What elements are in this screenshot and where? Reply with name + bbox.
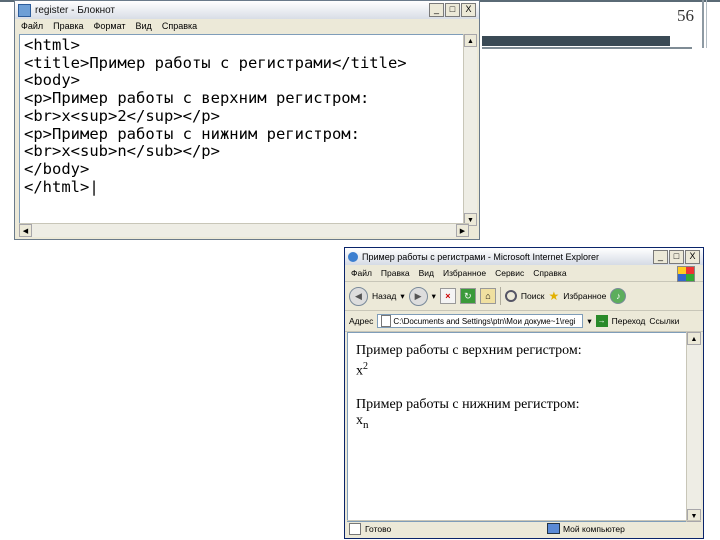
code-line: <html> xyxy=(24,36,80,54)
paragraph-subscript: Пример работы с нижним регистром: xyxy=(356,397,580,412)
menu-tools[interactable]: Сервис xyxy=(495,268,524,278)
security-zone: Мой компьютер xyxy=(547,523,625,534)
base-letter: x xyxy=(356,363,363,379)
subscript-example: xn xyxy=(356,413,369,431)
page-done-icon xyxy=(349,522,361,535)
scroll-up-icon[interactable]: ▲ xyxy=(687,332,701,345)
links-button[interactable]: Ссылки xyxy=(649,316,679,326)
browser-vertical-scrollbar[interactable]: ▲ ▼ xyxy=(686,332,701,522)
address-bar: Адрес C:\Documents and Settings\ptn\Мои … xyxy=(345,311,703,332)
code-line: <p>Пример работы с нижним регистром: xyxy=(24,124,360,143)
code-line: <br>x<sub>n</sub></p> xyxy=(24,142,220,161)
address-label: Адрес xyxy=(349,316,374,326)
search-button-label[interactable]: Поиск xyxy=(521,291,545,301)
code-line: <body> xyxy=(24,71,80,90)
ie-app-icon xyxy=(348,251,358,262)
browser-title: Пример работы с регистрами - Microsoft I… xyxy=(362,251,599,262)
status-bar: Готово Мой компьютер xyxy=(347,520,701,536)
favorites-star-icon[interactable]: ★ xyxy=(548,289,559,303)
slide-number: 56 xyxy=(677,6,694,25)
address-input[interactable]: C:\Documents and Settings\ptn\Мои докуме… xyxy=(377,314,584,328)
go-arrow-icon[interactable]: → xyxy=(595,315,608,327)
notepad-text-area[interactable]: <html> <title>Пример работы с регистрами… xyxy=(19,34,469,226)
forward-arrow-icon[interactable]: ▶ xyxy=(408,286,428,306)
back-dropdown-icon[interactable]: ▾ xyxy=(400,291,404,302)
code-line: <p>Пример работы с верхним регистром: xyxy=(24,89,370,108)
computer-icon xyxy=(547,523,560,534)
toolbar-separator xyxy=(499,287,501,305)
maximize-button[interactable]: □ xyxy=(669,249,684,264)
notepad-app-icon xyxy=(18,3,31,17)
refresh-icon[interactable]: ↻ xyxy=(459,288,476,304)
address-value: C:\Documents and Settings\ptn\Мои докуме… xyxy=(393,316,576,326)
superscript-example: x2 xyxy=(356,361,368,380)
base-letter: x xyxy=(356,413,363,428)
notepad-window: register - Блокнот _ □ X Файл Правка Фор… xyxy=(14,0,480,240)
slide-vertical-rule-thin xyxy=(706,0,707,48)
menu-view[interactable]: Вид xyxy=(419,268,434,278)
menu-help[interactable]: Справка xyxy=(533,268,566,278)
menu-edit[interactable]: Правка xyxy=(53,21,83,31)
code-line: </html>| xyxy=(24,177,99,196)
back-button-label[interactable]: Назад xyxy=(372,291,396,301)
forward-dropdown-icon[interactable]: ▾ xyxy=(432,291,436,302)
code-line: <title>Пример работы с регистрами</title… xyxy=(24,53,407,72)
page-icon xyxy=(381,315,392,327)
go-button[interactable]: Переход xyxy=(612,316,646,326)
notepad-vertical-scrollbar[interactable]: ▲ ▼ xyxy=(463,34,477,226)
menu-edit[interactable]: Правка xyxy=(381,268,410,278)
back-arrow-icon[interactable]: ◀ xyxy=(349,286,368,306)
address-dropdown-icon[interactable]: ▾ xyxy=(587,316,591,327)
notepad-menu-bar: Файл Правка Формат Вид Справка xyxy=(15,19,479,33)
code-line: </body> xyxy=(24,159,90,178)
scroll-up-icon[interactable]: ▲ xyxy=(464,34,477,47)
close-button[interactable]: X xyxy=(685,249,700,264)
paragraph-superscript: Пример работы с верхним регистром: xyxy=(356,343,582,358)
minimize-button[interactable]: _ xyxy=(653,249,668,264)
menu-file[interactable]: Файл xyxy=(21,21,43,31)
subscript-text: n xyxy=(363,418,369,431)
browser-menu-bar: Файл Правка Вид Избранное Сервис Справка xyxy=(345,265,703,282)
windows-logo-icon xyxy=(677,266,695,282)
close-button[interactable]: X xyxy=(461,3,476,17)
menu-favorites[interactable]: Избранное xyxy=(443,268,486,278)
home-icon[interactable]: ⌂ xyxy=(479,288,496,304)
scroll-left-icon[interactable]: ◀ xyxy=(19,224,32,237)
browser-window: Пример работы с регистрами - Microsoft I… xyxy=(344,247,704,539)
slide-vertical-rule xyxy=(702,0,704,48)
browser-toolbar: ◀ Назад ▾ ▶ ▾ × ↻ ⌂ Поиск ★ Избранное ♪ xyxy=(345,282,703,311)
scroll-right-icon[interactable]: ▶ xyxy=(456,224,469,237)
favorites-button-label[interactable]: Избранное xyxy=(563,291,606,301)
search-icon[interactable] xyxy=(504,290,517,302)
stop-icon[interactable]: × xyxy=(439,288,456,304)
maximize-button[interactable]: □ xyxy=(445,3,460,17)
notepad-title: register - Блокнот xyxy=(35,4,116,16)
menu-view[interactable]: Вид xyxy=(136,21,152,31)
status-text: Готово xyxy=(365,523,392,534)
code-line: <br>x<sup>2</sup></p> xyxy=(24,106,220,125)
notepad-title-bar[interactable]: register - Блокнот _ □ X xyxy=(15,1,479,19)
menu-format[interactable]: Формат xyxy=(94,21,126,31)
menu-file[interactable]: Файл xyxy=(351,268,372,278)
slide-header-line xyxy=(482,47,692,49)
media-icon[interactable]: ♪ xyxy=(610,288,627,304)
slide-header-bar xyxy=(482,36,670,46)
minimize-button[interactable]: _ xyxy=(429,3,444,17)
superscript-text: 2 xyxy=(363,361,368,372)
page-content: Пример работы с верхним регистром: x2 Пр… xyxy=(347,332,687,522)
browser-title-bar[interactable]: Пример работы с регистрами - Microsoft I… xyxy=(345,248,703,265)
menu-help[interactable]: Справка xyxy=(162,21,197,31)
zone-label: Мой компьютер xyxy=(563,523,625,534)
notepad-horizontal-scrollbar[interactable]: ◀ ▶ xyxy=(19,223,469,237)
